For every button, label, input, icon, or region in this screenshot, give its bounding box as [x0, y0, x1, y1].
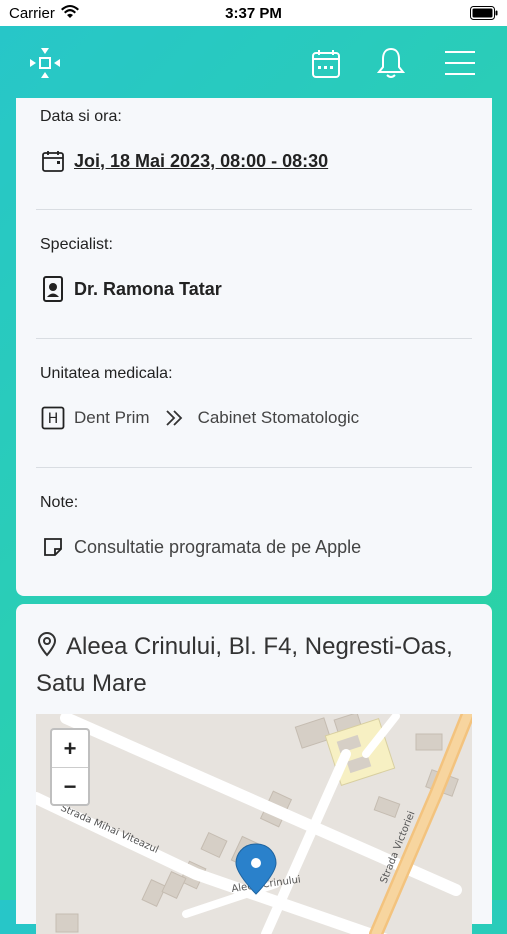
notes-label: Note: [40, 494, 79, 511]
status-bar: Carrier 3:37 PM [0, 0, 507, 26]
notes-section: Note: Consultatie programata de pe Apple [40, 494, 472, 560]
clinic-name: Dent Prim [74, 408, 150, 427]
address-block: Aleea Crinului, Bl. F4, Negresti-Oas, Sa… [36, 630, 476, 701]
datetime-label: Data si ora: [40, 108, 122, 125]
calendar-icon [40, 148, 66, 174]
map-zoom-control: + − [50, 728, 90, 806]
double-chevron-right-icon [164, 408, 184, 428]
datetime-section: Data si ora: Joi, 18 Mai 2023, 08:00 - 0… [40, 108, 472, 174]
specialist-name: Dr. Ramona Tatar [74, 278, 222, 299]
specialist-label: Specialist: [40, 236, 113, 253]
street-label: Strada Mihai Viteazul [59, 803, 160, 856]
divider [36, 338, 472, 339]
divider [36, 209, 472, 210]
divider [36, 467, 472, 468]
clock: 3:37 PM [225, 5, 282, 22]
medical-unit-label: Unitatea medicala: [40, 365, 173, 382]
hamburger-menu-icon[interactable] [444, 50, 476, 81]
zoom-in-button[interactable]: + [52, 730, 88, 768]
appointment-details-card: Data si ora: Joi, 18 Mai 2023, 08:00 - 0… [16, 98, 492, 596]
note-icon [40, 534, 66, 560]
app-header [0, 26, 507, 98]
notifications-bell-icon[interactable] [376, 46, 406, 85]
specialist-section: Specialist: Dr. Ramona Tatar [40, 236, 472, 302]
clinic-type: Cabinet Stomatologic [197, 408, 360, 427]
location-pin-icon [36, 631, 58, 667]
battery-icon [470, 6, 498, 24]
hospital-icon: H [40, 405, 66, 431]
app-logo-icon[interactable] [28, 46, 62, 85]
notes-value: Consultatie programata de pe Apple [74, 536, 362, 557]
location-card: Aleea Crinului, Bl. F4, Negresti-Oas, Sa… [16, 604, 492, 934]
medical-unit-section: Unitatea medicala: H Dent Prim Cabinet S… [40, 365, 472, 431]
calendar-icon[interactable] [310, 48, 342, 85]
svg-text:H: H [48, 411, 59, 427]
zoom-out-button[interactable]: − [52, 768, 88, 805]
map-view[interactable]: Strada Mihai Viteazul Strada Victoriei A… [36, 714, 472, 934]
doctor-badge-icon [40, 276, 66, 302]
address-text: Aleea Crinului, Bl. F4, Negresti-Oas, Sa… [36, 633, 453, 697]
datetime-value-link[interactable]: Joi, 18 Mai 2023, 08:00 - 08:30 [74, 151, 328, 172]
